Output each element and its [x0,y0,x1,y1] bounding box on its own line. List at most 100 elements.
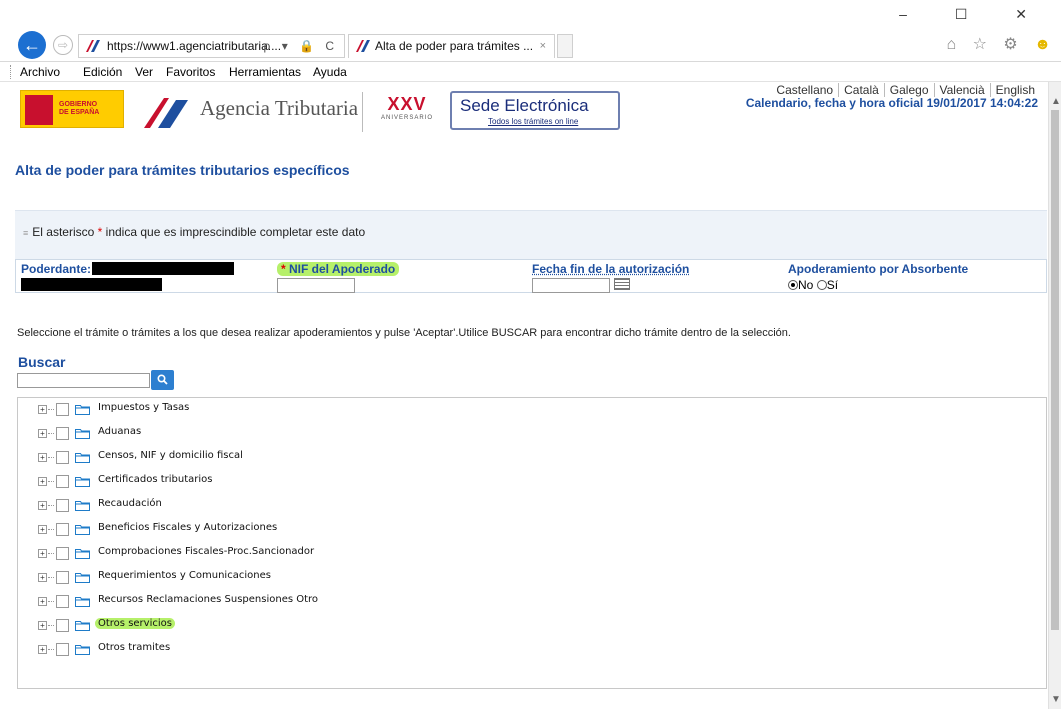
address-bar[interactable]: https://www1.agenciatributaria.... ρ ▾ 🔒… [78,34,345,58]
scroll-thumb[interactable] [1051,110,1059,630]
lang-galego[interactable]: Galego [883,83,934,97]
window-controls[interactable]: – ☐ ✕ [899,6,1049,23]
vertical-scrollbar[interactable]: ▲ ▼ [1048,82,1061,709]
tree-connector [48,409,54,410]
tab-title: Alta de poder para trámites ... [375,39,534,53]
note-suffix: indica que es imprescindible completar e… [105,225,366,239]
agencia-tributaria-logo-icon [144,98,188,128]
tab-active[interactable]: Alta de poder para trámites ... × [348,34,555,58]
folder-icon [75,525,90,535]
folder-icon [75,405,90,415]
menu-herramientas[interactable]: Herramientas [229,65,301,79]
tree-connector [48,457,54,458]
calendar-icon[interactable] [614,278,630,290]
fecha-fin-input[interactable] [532,278,610,293]
sede-title: Sede Electrónica [460,96,589,115]
tree-item-label: Recaudación [98,498,162,509]
tab-close-icon[interactable]: × [540,35,546,57]
tree-checkbox[interactable] [56,427,69,440]
tree-checkbox[interactable] [56,499,69,512]
radio-si[interactable] [816,280,827,290]
radio-no-label: No [798,278,814,292]
expand-icon[interactable]: + [38,477,47,486]
aniversario-text: ANIVERSARIO [380,115,433,121]
agencia-tributaria-favicon-icon [86,40,100,52]
browser-toolbar-icons[interactable]: ⌂ ☆ ⚙ ☻ [946,34,1057,54]
official-calendar-link[interactable]: Calendario, fecha y hora oficial 19/01/2… [746,96,1038,110]
tree-checkbox[interactable] [56,523,69,536]
tree-item-label: Censos, NIF y domicilio fiscal [98,450,243,461]
redacted-poderdante-name [21,278,162,291]
search-button[interactable] [151,370,174,390]
coat-of-arms-icon [25,95,53,125]
tree-checkbox[interactable] [56,595,69,608]
expand-icon[interactable]: + [38,645,47,654]
tab-favicon-icon [356,40,370,52]
expand-icon[interactable]: + [38,453,47,462]
tree-checkbox[interactable] [56,403,69,416]
lang-valencia[interactable]: Valencià [933,83,990,97]
page-title: Alta de poder para trámites tributarios … [15,162,350,178]
tree-checkbox[interactable] [56,451,69,464]
radio-no[interactable] [788,280,798,290]
tree-checkbox[interactable] [56,475,69,488]
expand-icon[interactable]: + [38,429,47,438]
browser-chrome: – ☐ ✕ ← ⇨ https://www1.agenciatributaria… [0,0,1061,62]
required-note: ≡ El asterisco * indica que es imprescind… [23,225,365,239]
search-icon [157,374,168,385]
tree-connector [48,529,54,530]
tree-checkbox[interactable] [56,643,69,656]
tree-checkbox[interactable] [56,619,69,632]
xxv-aniversario-logo: XXV ANIVERSARIO [368,94,446,121]
scroll-down-icon[interactable]: ▼ [1051,694,1061,705]
nif-label-text: NIF del Apoderado [289,262,396,276]
lang-english[interactable]: English [989,83,1040,97]
fields-row: Poderdante: * NIF del Apoderado Fecha fi… [15,259,1047,293]
expand-icon[interactable]: + [38,597,47,606]
expand-icon[interactable]: + [38,573,47,582]
expand-icon[interactable]: + [38,405,47,414]
tree-connector [48,601,54,602]
tree-checkbox[interactable] [56,547,69,560]
required-star: * [97,225,103,239]
form-panel: ≡ El asterisco * indica que es imprescind… [15,210,1047,293]
folder-icon [75,573,90,583]
tree-item-label: Comprobaciones Fiscales-Proc.Sancionador [98,546,315,557]
instruction-text: Seleccione el trámite o trámites a los q… [17,327,791,339]
absorbente-radio-group: No Sí [788,278,838,292]
lang-catala[interactable]: Català [838,83,884,97]
gobierno-text: GOBIERNO DE ESPAÑA [59,101,100,116]
home-star-gear-icon[interactable]: ⌂ ☆ ⚙ [946,36,1023,53]
expand-icon[interactable]: + [38,501,47,510]
tree-connector [48,577,54,578]
nif-apoderado-input[interactable] [277,278,355,293]
tree-checkbox[interactable] [56,571,69,584]
lang-castellano[interactable]: Castellano [771,83,838,97]
menu-favoritos[interactable]: Favoritos [166,65,215,79]
tree-connector [48,481,54,482]
menu-ayuda[interactable]: Ayuda [313,65,347,79]
feedback-smiley-icon[interactable]: ☻ [1034,36,1057,53]
forward-button[interactable]: ⇨ [53,35,73,55]
folder-icon [75,549,90,559]
address-tools-icon[interactable]: ρ ▾ 🔒 C [264,35,338,57]
search-input[interactable] [17,373,150,388]
menu-ver[interactable]: Ver [135,65,153,79]
new-tab-button[interactable] [557,34,573,58]
note-prefix: El asterisco [32,225,95,239]
folder-icon [75,477,90,487]
back-button[interactable]: ← [18,31,46,59]
header-divider [362,92,363,132]
bullet-icon: ≡ [23,228,29,238]
sede-electronica-link[interactable]: Sede Electrónica Todos los trámites on l… [450,91,620,130]
menu-archivo[interactable]: Archivo [20,65,60,79]
tree-connector [48,625,54,626]
tree-item-label: Otros servicios [95,618,175,629]
menu-edicion[interactable]: Edición [83,65,122,79]
scroll-up-icon[interactable]: ▲ [1051,96,1061,107]
expand-icon[interactable]: + [38,549,47,558]
radio-si-label: Sí [826,278,839,292]
folder-icon [75,501,90,511]
expand-icon[interactable]: + [38,525,47,534]
expand-icon[interactable]: + [38,621,47,630]
